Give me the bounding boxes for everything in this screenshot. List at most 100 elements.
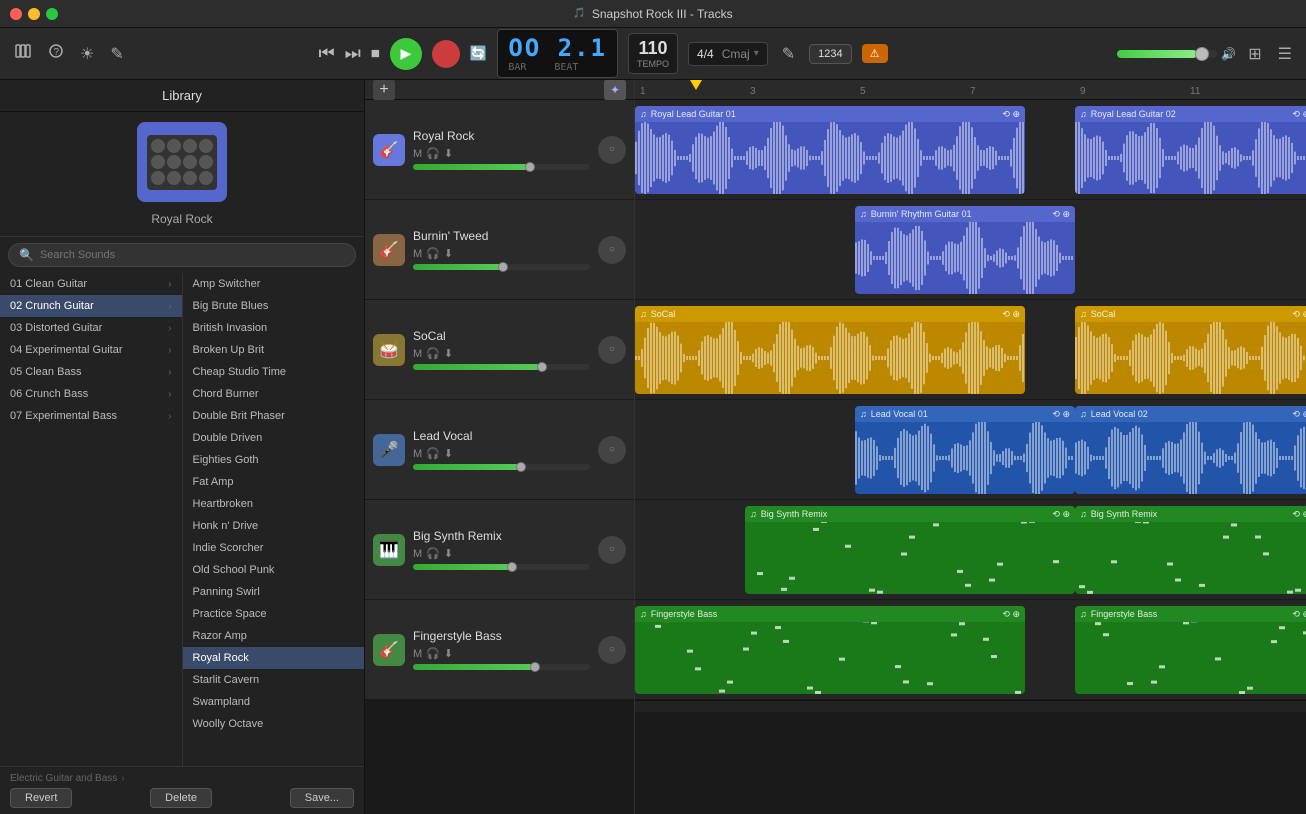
clip-big-synth-remix-1[interactable]: ♫Big Synth Remix⟲ ⊕ [1075,506,1306,594]
lcd-button[interactable]: ☀ [76,42,98,66]
preset-item-broken-up-brit[interactable]: Broken Up Brit [183,339,365,361]
smart-control-button[interactable]: ✦ [604,80,626,101]
category-item-06-crunch-bass[interactable]: 06 Crunch Bass› [0,383,182,405]
search-bar[interactable]: 🔍 [8,243,356,267]
headphones-button-burnin-tweed[interactable]: 🎧 [426,247,440,260]
add-track-button[interactable]: + [373,80,395,101]
fader-knob-fingerstyle-bass[interactable] [530,662,540,672]
save-button[interactable]: Save... [290,788,354,808]
category-item-05-clean-bass[interactable]: 05 Clean Bass› [0,361,182,383]
record-button[interactable] [432,40,460,68]
preset-item-big-brute-blues[interactable]: Big Brute Blues [183,295,365,317]
help-button[interactable]: ? [44,41,68,66]
track-fader-socal[interactable] [413,364,590,370]
category-item-04-experimental-guitar[interactable]: 04 Experimental Guitar› [0,339,182,361]
category-item-03-distorted-guitar[interactable]: 03 Distorted Guitar› [0,317,182,339]
track-volume-knob-royal-rock[interactable]: ○ [598,136,626,164]
preset-item-double-driven[interactable]: Double Driven [183,427,365,449]
preset-item-heartbroken[interactable]: Heartbroken [183,493,365,515]
timeline-content[interactable]: ♫Royal Lead Guitar 01⟲ ⊕♫Royal Lead Guit… [635,100,1306,814]
clip-lead-vocal-0[interactable]: ♫Lead Vocal 01⟲ ⊕ [855,406,1075,494]
preset-item-starlit-cavern[interactable]: Starlit Cavern [183,669,365,691]
fader-knob-burnin-tweed[interactable] [498,262,508,272]
time-signature[interactable]: 4/4 Cmaj ▾ [688,42,768,66]
horizontal-scrollbar[interactable] [635,700,1306,712]
headphones-button-big-synth-remix[interactable]: 🎧 [426,547,440,560]
clip-fingerstyle-bass-0[interactable]: ♫Fingerstyle Bass⟲ ⊕ [635,606,1025,694]
volume-knob[interactable] [1195,47,1209,61]
clip-fingerstyle-bass-1[interactable]: ♫Fingerstyle Bass⟲ ⊕ [1075,606,1306,694]
preset-item-eighties-goth[interactable]: Eighties Goth [183,449,365,471]
preset-item-royal-rock[interactable]: Royal Rock [183,647,365,669]
list-view-button[interactable]: ☰ [1274,42,1296,66]
pitch-button[interactable]: 1234 [809,44,851,64]
mute-button-burnin-tweed[interactable]: M [413,248,422,260]
preset-item-swampland[interactable]: Swampland [183,691,365,713]
track-fader-burnin-tweed[interactable] [413,264,590,270]
track-volume-knob-socal[interactable]: ○ [598,336,626,364]
track-fader-big-synth-remix[interactable] [413,564,590,570]
fader-knob-socal[interactable] [537,362,547,372]
tempo-display[interactable]: 110 TEMPO [628,33,678,74]
maximize-button[interactable] [46,8,58,20]
warning-button[interactable]: ⚠ [862,44,888,63]
preset-item-honk-n-drive[interactable]: Honk n' Drive [183,515,365,537]
track-fader-royal-rock[interactable] [413,164,590,170]
revert-button[interactable]: Revert [10,788,72,808]
headphones-button-royal-rock[interactable]: 🎧 [426,147,440,160]
input-button-big-synth-remix[interactable]: ⬇ [444,547,453,560]
input-button-burnin-tweed[interactable]: ⬇ [444,247,453,260]
input-button-socal[interactable]: ⬇ [444,347,453,360]
clip-burnin-tweed-0[interactable]: ♫Burnin' Rhythm Guitar 01⟲ ⊕ [855,206,1075,294]
category-item-07-experimental-bass[interactable]: 07 Experimental Bass› [0,405,182,427]
mute-button-big-synth-remix[interactable]: M [413,548,422,560]
fader-knob-royal-rock[interactable] [525,162,535,172]
mute-button-royal-rock[interactable]: M [413,148,422,160]
fastforward-button[interactable]: ⏭ [345,43,361,64]
input-button-royal-rock[interactable]: ⬇ [444,147,453,160]
track-fader-lead-vocal[interactable] [413,464,590,470]
track-volume-knob-big-synth-remix[interactable]: ○ [598,536,626,564]
search-input[interactable] [40,249,345,261]
fader-knob-lead-vocal[interactable] [516,462,526,472]
preset-item-amp-switcher[interactable]: Amp Switcher [183,273,365,295]
track-volume-knob-burnin-tweed[interactable]: ○ [598,236,626,264]
preset-item-indie-scorcher[interactable]: Indie Scorcher [183,537,365,559]
preset-item-practice-space[interactable]: Practice Space [183,603,365,625]
category-item-02-crunch-guitar[interactable]: 02 Crunch Guitar› [0,295,182,317]
preset-item-fat-amp[interactable]: Fat Amp [183,471,365,493]
minimize-button[interactable] [28,8,40,20]
preset-item-old-school-punk[interactable]: Old School Punk [183,559,365,581]
track-volume-knob-lead-vocal[interactable]: ○ [598,436,626,464]
delete-button[interactable]: Delete [150,788,212,808]
input-button-fingerstyle-bass[interactable]: ⬇ [444,647,453,660]
preset-item-razor-amp[interactable]: Razor Amp [183,625,365,647]
preset-item-panning-swirl[interactable]: Panning Swirl [183,581,365,603]
rewind-button[interactable]: ⏮ [318,43,334,64]
close-button[interactable] [10,8,22,20]
preset-item-double-brit-phaser[interactable]: Double Brit Phaser [183,405,365,427]
mute-button-socal[interactable]: M [413,348,422,360]
preset-item-cheap-studio-time[interactable]: Cheap Studio Time [183,361,365,383]
play-button[interactable]: ▶ [390,38,422,70]
category-item-01-clean-guitar[interactable]: 01 Clean Guitar› [0,273,182,295]
fader-knob-big-synth-remix[interactable] [507,562,517,572]
input-button-lead-vocal[interactable]: ⬇ [444,447,453,460]
headphones-button-fingerstyle-bass[interactable]: 🎧 [426,647,440,660]
library-button[interactable] [10,40,36,67]
clip-socal-1[interactable]: ♫SoCal⟲ ⊕ [1075,306,1306,394]
master-pencil-button[interactable]: ✎ [778,42,799,66]
pencil-button[interactable]: ✎ [106,42,127,66]
clip-royal-rock-0[interactable]: ♫Royal Lead Guitar 01⟲ ⊕ [635,106,1025,194]
clip-socal-0[interactable]: ♫SoCal⟲ ⊕ [635,306,1025,394]
volume-track[interactable] [1117,50,1217,58]
stop-button[interactable]: ⏹ [371,43,380,64]
clip-big-synth-remix-0[interactable]: ♫Big Synth Remix⟲ ⊕ [745,506,1075,594]
mute-button-lead-vocal[interactable]: M [413,448,422,460]
track-fader-fingerstyle-bass[interactable] [413,664,590,670]
clip-lead-vocal-1[interactable]: ♫Lead Vocal 02⟲ ⊕ [1075,406,1306,494]
headphones-button-lead-vocal[interactable]: 🎧 [426,447,440,460]
preset-item-chord-burner[interactable]: Chord Burner [183,383,365,405]
headphones-button-socal[interactable]: 🎧 [426,347,440,360]
preset-item-woolly-octave[interactable]: Woolly Octave [183,713,365,735]
